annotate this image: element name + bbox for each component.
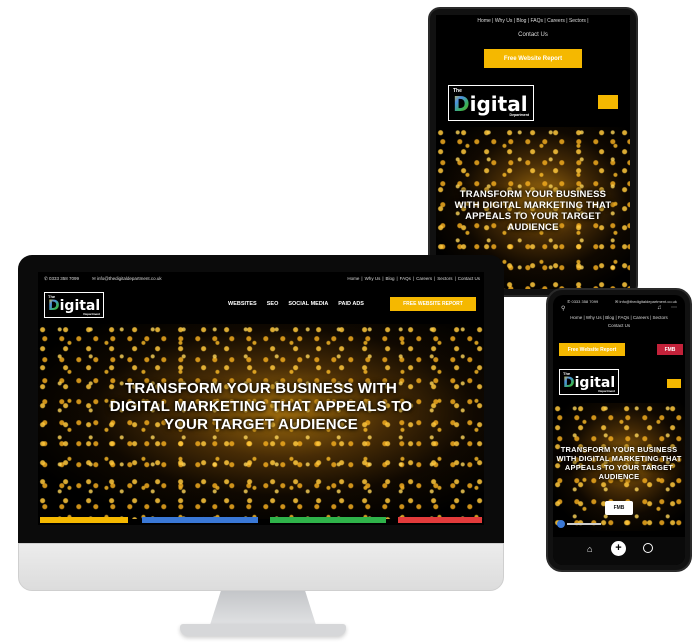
- divider: |: [454, 276, 456, 281]
- desktop-phone-text: 0333 358 7099: [49, 276, 80, 281]
- divider: |: [382, 276, 384, 281]
- tablet-logo-sub: Department: [509, 112, 529, 117]
- desktop-color-bar-red[interactable]: [398, 517, 482, 523]
- desktop-hero-line: YOUR TARGET AUDIENCE: [163, 416, 358, 433]
- tablet-logo[interactable]: The Digital Department: [448, 85, 534, 121]
- desktop-top-link-sectors[interactable]: Sectors: [437, 276, 452, 281]
- phone-device: ✆ 0333 358 7099 ✉ info@thedigitaldepartm…: [546, 288, 692, 572]
- divider: |: [434, 276, 436, 281]
- phone-fmb-card[interactable]: FMB: [605, 501, 633, 515]
- desktop-logo-main: Digital: [48, 299, 100, 313]
- phone-menu-icon[interactable]: [667, 379, 681, 388]
- nav-social-media[interactable]: SOCIAL MEDIA: [288, 301, 328, 307]
- nav-paid-ads[interactable]: PAID ADS: [338, 301, 364, 307]
- logo-d-mark: D: [453, 91, 470, 116]
- phone-slider-track[interactable]: [567, 523, 601, 525]
- desktop-top-link-careers[interactable]: Careers: [416, 276, 432, 281]
- desktop-top-link-faqs[interactable]: FAQs: [400, 276, 411, 281]
- tablet-logo-main: Digital: [453, 94, 529, 114]
- tablet-contact-link[interactable]: Contact Us: [436, 32, 630, 38]
- desktop-email[interactable]: ✉ info@thedigitaldepartment.co.uk: [92, 276, 162, 282]
- phone-hero-line: TRANSFORM YOUR BUSINESS: [560, 445, 678, 454]
- desktop-top-link-blog[interactable]: Blog: [385, 276, 394, 281]
- volume-icon[interactable]: ♫: [657, 305, 662, 311]
- monitor-stand-base: [180, 624, 346, 636]
- phone-email[interactable]: ✉ info@thedigitaldepartment.co.uk: [615, 299, 677, 304]
- monitor-chin: [18, 543, 504, 591]
- desktop-color-bar-blue[interactable]: [142, 517, 258, 523]
- profile-icon[interactable]: [643, 543, 653, 553]
- desktop-hero-line: DIGITAL MARKETING THAT APPEALS TO: [109, 398, 413, 415]
- divider: |: [412, 276, 415, 281]
- desktop-top-link-why-us[interactable]: Why Us: [365, 276, 381, 281]
- phone-logo-main: Digital: [563, 376, 615, 390]
- phone-hero: TRANSFORM YOUR BUSINESS WITH DIGITAL MAR…: [553, 403, 685, 531]
- phone-contact-link[interactable]: Contact Us: [553, 323, 685, 328]
- desktop-logo[interactable]: The Digital Department: [44, 292, 104, 318]
- tablet-hero-line: TRANSFORM YOUR BUSINESS: [459, 189, 607, 200]
- tablet-hero-line: WITH DIGITAL MARKETING THAT: [454, 200, 612, 211]
- phone-top-links[interactable]: Home | Why Us | Blog | FAQs | Careers | …: [553, 315, 685, 320]
- search-icon[interactable]: ⚲: [561, 305, 565, 312]
- phone-hero-line: APPEALS TO YOUR TARGET: [564, 463, 674, 472]
- tablet-free-report-button[interactable]: Free Website Report: [484, 49, 582, 68]
- desktop-top-link-contact[interactable]: Contact Us: [458, 276, 480, 281]
- phone-screen: ✆ 0333 358 7099 ✉ info@thedigitaldepartm…: [553, 295, 685, 565]
- more-icon[interactable]: ⋯: [671, 304, 677, 311]
- tablet-hero-line: APPEALS TO YOUR TARGET: [465, 211, 601, 222]
- phone-hero-line: WITH DIGITAL MARKETING THAT: [556, 454, 682, 463]
- phone-hero-line: AUDIENCE: [598, 472, 640, 481]
- phone-fmb-badge[interactable]: FMB: [657, 344, 683, 355]
- desktop-screen: ✆ 0333 358 7099 ✉ info@thedigitaldepartm…: [38, 272, 484, 525]
- phone-email-text: info@thedigitaldepartment.co.uk: [619, 299, 677, 304]
- phone-logo-sub: Department: [598, 388, 615, 393]
- desktop-hero-title: TRANSFORM YOUR BUSINESS WITH DIGITAL MAR…: [38, 380, 484, 434]
- desktop-free-report-button[interactable]: FREE WEBSITE REPORT: [390, 297, 476, 311]
- phone-logo[interactable]: The Digital Department: [559, 369, 619, 395]
- desktop-logo-sub: Department: [83, 311, 100, 316]
- phone-hero-title: TRANSFORM YOUR BUSINESS WITH DIGITAL MAR…: [553, 445, 685, 481]
- desktop-phone[interactable]: ✆ 0333 358 7099: [44, 276, 79, 282]
- desktop-nav: WEBSITES SEO SOCIAL MEDIA PAID ADS: [228, 301, 364, 307]
- desktop-hero: TRANSFORM YOUR BUSINESS WITH DIGITAL MAR…: [38, 324, 484, 519]
- desktop-color-bar-green[interactable]: [270, 517, 386, 523]
- phone-free-report-button[interactable]: Free Website Report: [559, 343, 625, 356]
- tablet-topbar-links[interactable]: Home | Why Us | Blog | FAQs | Careers | …: [436, 18, 630, 24]
- phone-slider-dot[interactable]: [557, 520, 565, 528]
- desktop-top-link-home[interactable]: Home: [347, 276, 359, 281]
- monitor-stand-neck: [210, 585, 316, 625]
- nav-seo[interactable]: SEO: [267, 301, 279, 307]
- tablet-screen: Home | Why Us | Blog | FAQs | Careers | …: [436, 15, 630, 289]
- home-icon[interactable]: ⌂: [587, 544, 592, 554]
- desktop-hero-line: TRANSFORM YOUR BUSINESS WITH: [125, 380, 397, 397]
- add-icon[interactable]: +: [611, 541, 626, 556]
- divider: |: [396, 276, 398, 281]
- tablet-device: Home | Why Us | Blog | FAQs | Careers | …: [428, 7, 638, 297]
- phone-bottom-bar: ⌂ +: [553, 537, 685, 565]
- tablet-hero-title: TRANSFORM YOUR BUSINESS WITH DIGITAL MAR…: [436, 189, 630, 233]
- tablet-hero-line: AUDIENCE: [507, 222, 559, 233]
- phone-number-text: 0333 358 7099: [571, 299, 599, 304]
- logo-d-mark: D: [563, 374, 575, 391]
- logo-d-mark: D: [48, 297, 60, 314]
- tablet-menu-icon[interactable]: [598, 95, 618, 109]
- phone-number[interactable]: ✆ 0333 358 7099: [567, 299, 598, 304]
- divider: |: [361, 276, 363, 281]
- nav-websites[interactable]: WEBSITES: [228, 301, 257, 307]
- desktop-top-links: Home | Why Us | Blog | FAQs | Careers | Secto…: [347, 276, 480, 281]
- desktop-color-bar-yellow[interactable]: [40, 517, 128, 523]
- desktop-email-text: info@thedigitaldepartment.co.uk: [97, 276, 162, 281]
